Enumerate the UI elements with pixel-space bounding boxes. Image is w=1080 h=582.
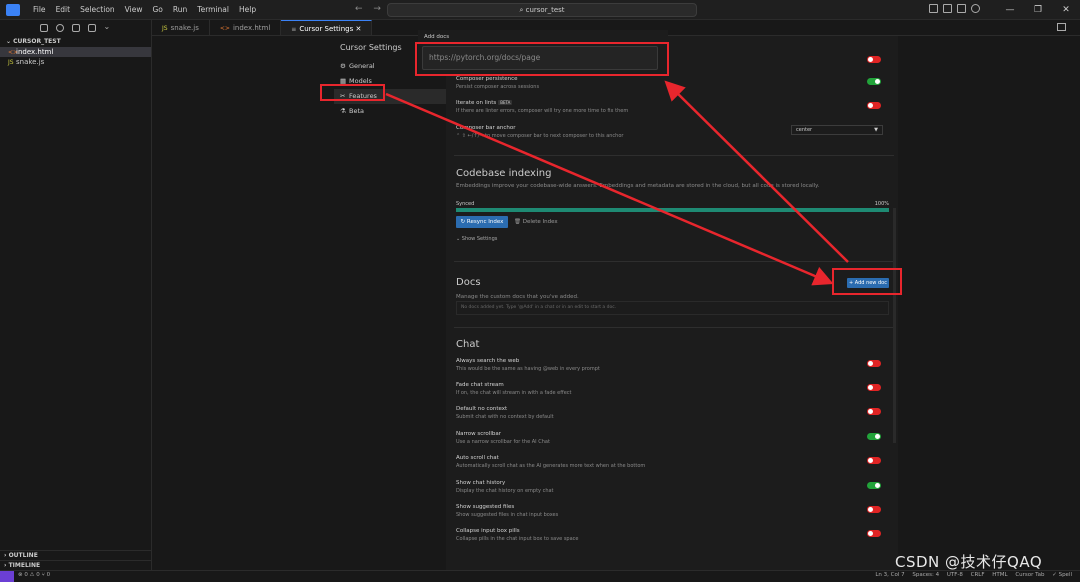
spell-check[interactable]: ✓ Spell (1052, 572, 1072, 578)
status-right: Ln 3, Col 7 Spaces: 4 UTF-8 CRLF HTML Cu… (869, 572, 1072, 578)
indentation[interactable]: Spaces: 4 (912, 572, 939, 578)
remote-indicator-icon[interactable] (0, 571, 14, 582)
cursor-tab-status[interactable]: Cursor Tab (1015, 572, 1044, 578)
annotation-arrows (385, 80, 849, 286)
problems-indicator[interactable]: ⊗ 0 ⚠ 0 ⑂ 0 (18, 572, 50, 578)
arrow-features-to-add (385, 92, 834, 286)
language-mode[interactable]: HTML (992, 572, 1007, 578)
arrow-add-to-url (664, 80, 849, 263)
cursor-position[interactable]: Ln 3, Col 7 (875, 572, 904, 578)
encoding[interactable]: UTF-8 (947, 572, 963, 578)
watermark: CSDN @技术仔QAQ (895, 553, 1043, 571)
line-ending[interactable]: CRLF (971, 572, 985, 578)
